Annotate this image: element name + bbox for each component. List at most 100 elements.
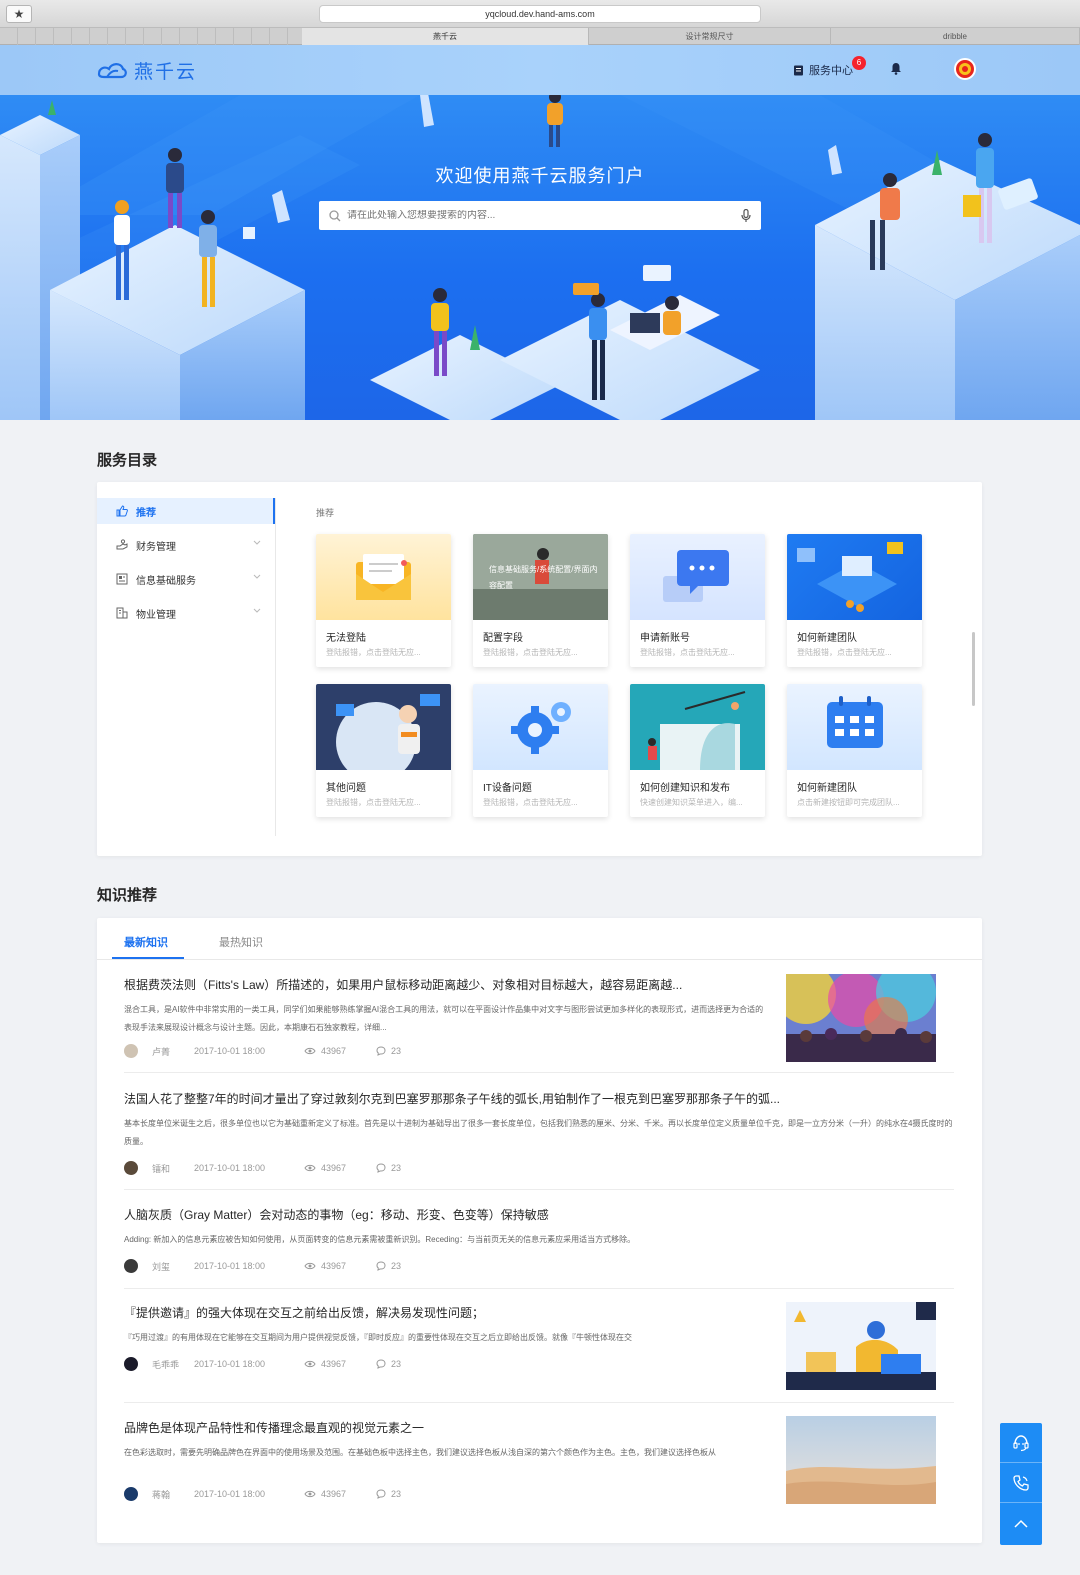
- card-desc: 登陆报错，点击登陆无应...: [326, 798, 421, 807]
- phone-button[interactable]: [1000, 1463, 1042, 1503]
- notification-badge: 6: [852, 56, 866, 70]
- menu-item-recommend[interactable]: 推荐: [97, 498, 275, 524]
- url-bar[interactable]: yqcloud.dev.hand-ams.com: [319, 5, 761, 23]
- comments-count: 23: [391, 1489, 402, 1499]
- article-item[interactable]: 人脑灰质（Gray Matter）会对动态的事物（eg：移动、形变、色变等）保持…: [124, 1206, 954, 1249]
- article-thumbnail[interactable]: [786, 1416, 936, 1504]
- article-title[interactable]: 品牌色是体现产品特性和传播理念最直观的视觉元素之一: [124, 1419, 764, 1436]
- divider: [124, 1189, 954, 1190]
- card-thumbnail: [316, 534, 451, 620]
- envelope-icon: [356, 554, 411, 600]
- finance-icon: [116, 539, 128, 550]
- tab-divider: [0, 28, 18, 45]
- card-desc: 点击新建按钮即可完成团队...: [797, 798, 900, 807]
- menu-item-finance[interactable]: 财务管理: [97, 532, 275, 558]
- article-author: 刘玺: [152, 1261, 171, 1272]
- service-card[interactable]: 如何新建团队 登陆报错，点击登陆无应...: [787, 534, 922, 667]
- tab-latest[interactable]: 最新知识: [124, 934, 168, 950]
- article-item[interactable]: 法国人花了整整7年的时间才量出了穿过敦刻尔克到巴塞罗那那条子午线的弧长,用铂制作…: [124, 1090, 954, 1151]
- author-avatar: [124, 1161, 138, 1175]
- menu-item-info-service[interactable]: 信息基础服务: [97, 566, 275, 592]
- article-thumbnail[interactable]: [786, 974, 936, 1062]
- divider: [124, 1402, 954, 1403]
- search-box[interactable]: [319, 201, 761, 230]
- site-header: 燕千云 服务中心 6: [0, 45, 1080, 95]
- service-card[interactable]: 信息基础服务/系统配置/界面内容配置 配置字段 登陆报错，点击登陆无应...: [473, 534, 608, 667]
- article-item[interactable]: 根据费茨法则（Fitts's Law）所描述的，如果用户鼠标移动距离越少、对象相…: [124, 976, 764, 1037]
- menu-item-label: 财务管理: [136, 541, 176, 553]
- service-center-label: 服务中心: [809, 65, 853, 77]
- eye-icon: [304, 1047, 316, 1055]
- article-meta: 刘玺 2017-10-01 18:00 43967 23: [124, 1258, 401, 1274]
- tab-divider: [234, 28, 252, 45]
- service-card[interactable]: IT设备问题 登陆报错，点击登陆无应...: [473, 684, 608, 817]
- comment-icon: [376, 1359, 386, 1369]
- browser-toolbar: ★ yqcloud.dev.hand-ams.com: [0, 0, 1080, 28]
- menu-item-property[interactable]: 物业管理: [97, 600, 275, 626]
- search-input[interactable]: [347, 210, 741, 221]
- service-card[interactable]: 无法登陆 登陆报错，点击登陆无应...: [316, 534, 451, 667]
- catalog-side-menu: 推荐 财务管理 信息基础服务 物业管理: [97, 498, 276, 836]
- tab-hottest[interactable]: 最热知识: [219, 934, 263, 950]
- eye-icon: [304, 1262, 316, 1270]
- article-title[interactable]: 法国人花了整整7年的时间才量出了穿过敦刻尔克到巴塞罗那那条子午线的弧长,用铂制作…: [124, 1090, 954, 1107]
- tab-divider: [90, 28, 108, 45]
- article-views: 43967: [304, 1359, 376, 1369]
- team-illustration: [797, 542, 903, 612]
- card-thumbnail: 信息基础服务/系统配置/界面内容配置: [473, 534, 608, 620]
- back-to-top-button[interactable]: [1000, 1503, 1042, 1543]
- knowledge-card: 最新知识 最热知识 根据费茨法则（Fitts's Law）所描述的，如果用户鼠标…: [97, 918, 982, 1543]
- article-views: 43967: [304, 1046, 376, 1056]
- article-thumbnail[interactable]: [786, 1302, 936, 1390]
- article-item[interactable]: 品牌色是体现产品特性和传播理念最直观的视觉元素之一 在色彩选取时，需要先明确品牌…: [124, 1419, 764, 1462]
- grid-label: 推荐: [316, 508, 335, 518]
- comments-count: 23: [391, 1046, 402, 1056]
- card-title: 其他问题: [326, 783, 366, 794]
- tab-divider: [180, 28, 198, 45]
- views-count: 43967: [321, 1359, 347, 1369]
- card-overlay-text: 信息基础服务/系统配置/界面内容配置: [489, 565, 598, 590]
- catalog-card: 推荐 财务管理 信息基础服务 物业管理 推荐 无法登陆 登陆报错，点击登陆无应.…: [97, 482, 982, 856]
- article-title[interactable]: 『提供邀请』的强大体现在交互之前给出反馈，解决易发现性问题；: [124, 1304, 764, 1321]
- tab-divider: [270, 28, 288, 45]
- chat-bubble-icon: [663, 550, 729, 602]
- article-item[interactable]: 『提供邀请』的强大体现在交互之前给出反馈，解决易发现性问题； 『巧用过渡』的有用…: [124, 1304, 764, 1347]
- article-time: 2017-10-01 18:00: [194, 1046, 266, 1056]
- microphone-icon[interactable]: [741, 208, 751, 223]
- service-card[interactable]: 申请新账号 登陆报错，点击登陆无应...: [630, 534, 765, 667]
- article-meta: 毛乖乖 2017-10-01 18:00 43967 23: [124, 1356, 401, 1372]
- service-center-button[interactable]: 服务中心: [793, 62, 853, 78]
- service-card[interactable]: 如何新建团队 点击新建按钮即可完成团队...: [787, 684, 922, 817]
- browser-tab[interactable]: 燕千云: [302, 28, 589, 45]
- article-title[interactable]: 人脑灰质（Gray Matter）会对动态的事物（eg：移动、形变、色变等）保持…: [124, 1206, 954, 1223]
- tab-ink-bar: [112, 957, 184, 959]
- card-title: 如何创建知识和发布: [640, 783, 730, 794]
- tab-divider: [18, 28, 36, 45]
- chevron-down-icon: [253, 574, 261, 579]
- bell-icon[interactable]: [890, 62, 902, 75]
- article-author: 镭和: [152, 1163, 171, 1174]
- browser-tab[interactable]: dribble: [831, 28, 1080, 45]
- article-summary: 在色彩选取时，需要先明确品牌色在界面中的使用场景及范围。在基础色板中选择主色，我…: [124, 1448, 716, 1457]
- service-card[interactable]: 其他问题 登陆报错，点击登陆无应...: [316, 684, 451, 817]
- card-title: IT设备问题: [483, 783, 532, 794]
- desert-photo: [786, 1416, 936, 1504]
- divider: [124, 1072, 954, 1073]
- eye-icon: [304, 1164, 316, 1172]
- author-avatar: [124, 1357, 138, 1371]
- card-desc: 登陆报错，点击登陆无应...: [483, 648, 578, 657]
- menu-item-label: 推荐: [136, 507, 156, 519]
- article-title[interactable]: 根据费茨法则（Fitts's Law）所描述的，如果用户鼠标移动距离越少、对象相…: [124, 976, 764, 993]
- customer-service-button[interactable]: [1000, 1423, 1042, 1463]
- author-avatar: [124, 1487, 138, 1501]
- article-summary: 『巧用过渡』的有用体现在它能够在交互期间为用户提供视觉反馈，『即时反应』的重要性…: [124, 1333, 632, 1342]
- logo[interactable]: 燕千云: [96, 57, 197, 84]
- browser-tab[interactable]: 设计常规尺寸: [589, 28, 831, 45]
- scrollbar-thumb[interactable]: [972, 632, 975, 706]
- article-comments: 23: [376, 1261, 401, 1271]
- service-card[interactable]: 如何创建知识和发布 快速创建知识菜单进入，编...: [630, 684, 765, 817]
- user-avatar[interactable]: [954, 58, 976, 80]
- comment-icon: [376, 1163, 386, 1173]
- bookmark-star-icon[interactable]: ★: [6, 5, 32, 23]
- article-time: 2017-10-01 18:00: [194, 1489, 266, 1499]
